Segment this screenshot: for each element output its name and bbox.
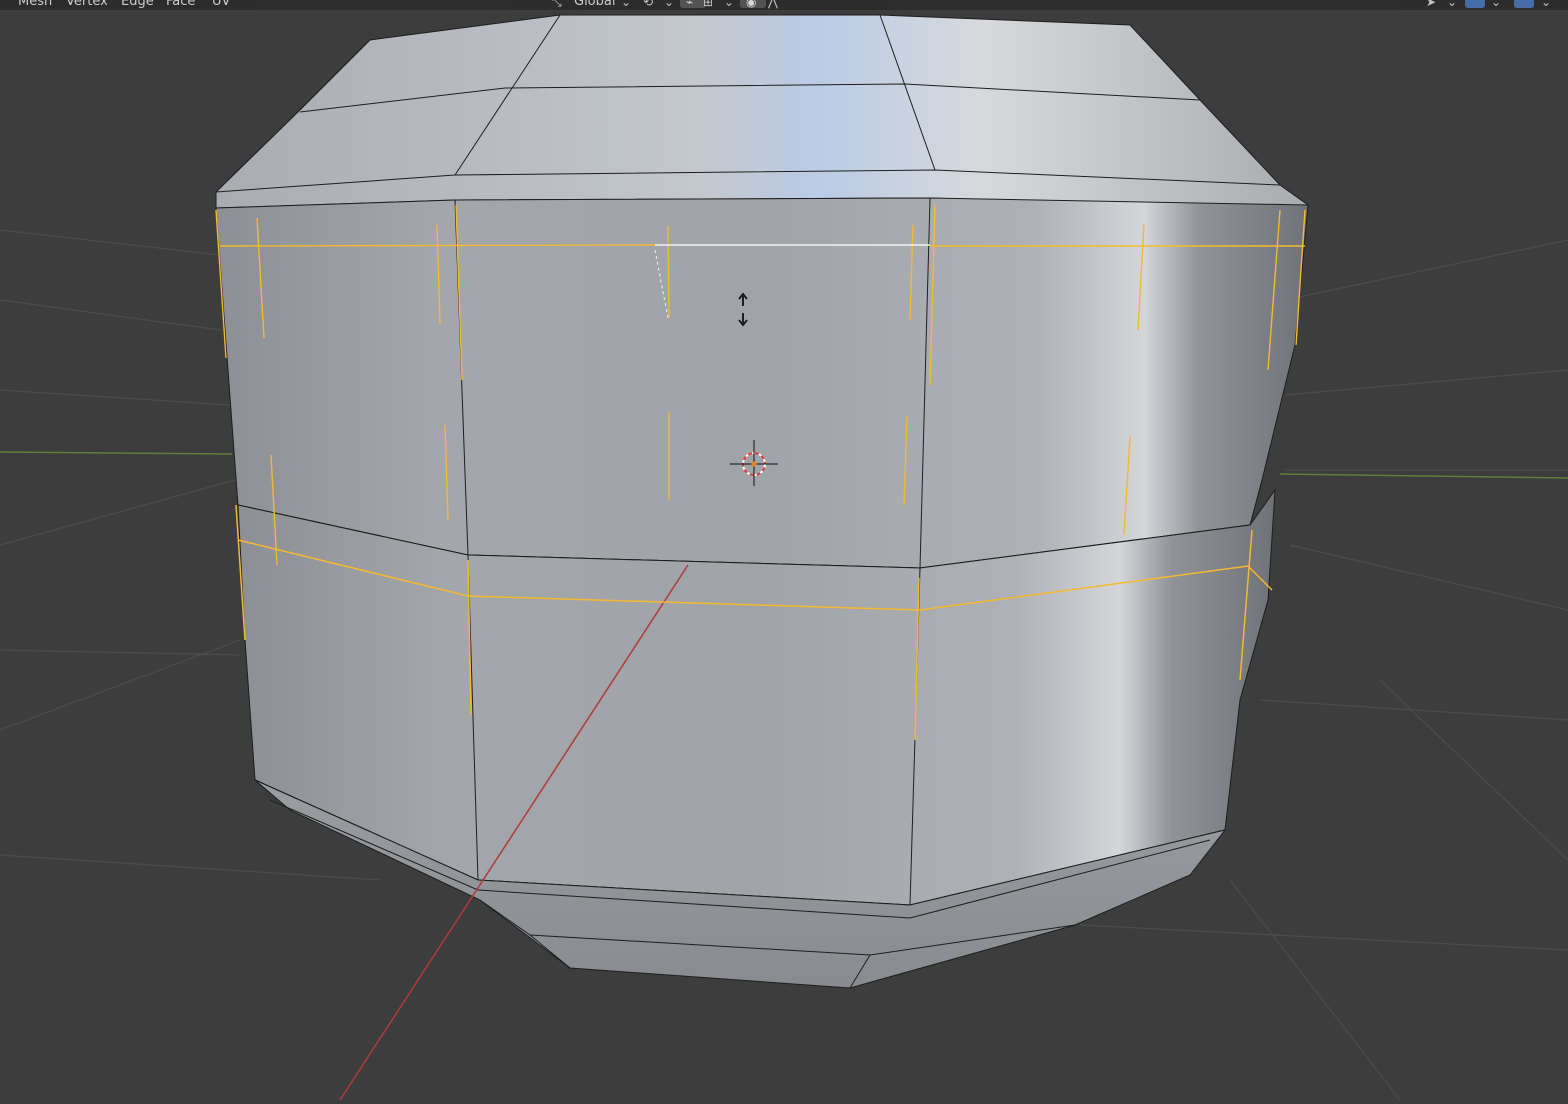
viewport-header: Mesh Vertex Edge Face UV ⤡ Global ⌄ ⟲ ⌄ …	[0, 0, 1568, 10]
menu-edge[interactable]: Edge	[121, 0, 154, 10]
y-axis-line	[0, 451, 233, 455]
viewport-canvas[interactable]	[0, 0, 1568, 1101]
chevron-down-icon[interactable]: ⌄	[724, 0, 734, 8]
menu-face[interactable]: Face	[166, 0, 195, 10]
mesh-object[interactable]	[215, 14, 1310, 989]
chevron-down-icon[interactable]: ⌄	[1447, 0, 1457, 8]
proportional-editing-icon[interactable]: ◉	[740, 0, 766, 8]
mesh-upper-band[interactable]	[215, 197, 1309, 569]
transform-orientation-dropdown[interactable]: Global	[574, 0, 615, 10]
snap-increment-icon[interactable]: ⊞	[703, 0, 713, 8]
chevron-down-icon[interactable]: ⌄	[1541, 0, 1551, 8]
edge-select-icon[interactable]	[1465, 0, 1485, 8]
chevron-down-icon[interactable]: ⌄	[664, 0, 674, 8]
select-tool-icon[interactable]: ➤	[1426, 0, 1436, 8]
chevron-down-icon[interactable]: ⌄	[621, 0, 631, 8]
menu-uv[interactable]: UV	[212, 0, 230, 10]
chevron-down-icon[interactable]: ⌄	[1491, 0, 1501, 8]
overlay-icon[interactable]	[1514, 0, 1534, 8]
menu-mesh[interactable]: Mesh	[18, 0, 52, 10]
transform-orientation-icon[interactable]: ⤡	[552, 0, 562, 8]
pivot-point-icon[interactable]: ⟲	[643, 0, 653, 8]
proportional-falloff-icon[interactable]: ⋀	[768, 0, 778, 8]
3d-viewport[interactable]	[0, 0, 1568, 1101]
menu-vertex[interactable]: Vertex	[66, 0, 108, 10]
y-axis-line-right	[1279, 473, 1568, 479]
